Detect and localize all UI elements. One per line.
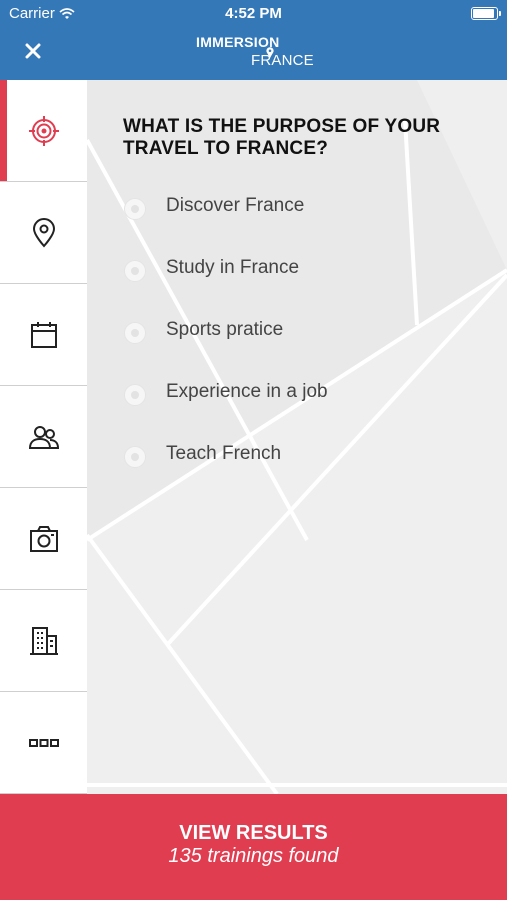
purpose-options: Discover France Study in France Sports p… [123,192,483,502]
sidebar-item-dates[interactable] [0,284,87,386]
option-experience-in-a-job[interactable]: Experience in a job [123,378,483,440]
option-study-in-france[interactable]: Study in France [123,254,483,316]
sidebar-item-accommodation[interactable] [0,590,87,692]
sidebar [0,80,87,794]
battery-fill [473,9,494,18]
app-logo: IMMERSION FRANCE [196,34,316,74]
option-label: Discover France [166,195,305,216]
radio-button[interactable] [124,446,146,468]
radio-button[interactable] [124,322,146,344]
target-icon [28,115,59,146]
main-panel: WHAT IS THE PURPOSE OF YOUR TRAVEL TO FR… [87,80,507,794]
logo-wordmark-bottom: FRANCE [251,52,314,69]
more-icon [28,738,59,747]
question-heading: WHAT IS THE PURPOSE OF YOUR TRAVEL TO FR… [123,116,441,159]
sidebar-item-location[interactable] [0,182,87,284]
option-sports-pratice[interactable]: Sports pratice [123,316,483,378]
close-button[interactable] [18,36,48,66]
radio-button[interactable] [124,260,146,282]
view-results-label: VIEW RESULTS [179,822,328,844]
results-count: 135 trainings found [168,845,339,867]
option-teach-french[interactable]: Teach French [123,440,483,502]
option-label: Teach French [166,443,282,464]
sidebar-item-more[interactable] [0,692,87,794]
building-icon [29,626,58,655]
header: Carrier 4:52 PM IMMERSION FRANCE [0,0,507,80]
option-label: Experience in a job [166,381,328,402]
status-bar: Carrier 4:52 PM [0,0,507,28]
option-label: Sports pratice [166,319,284,340]
view-results-button[interactable]: VIEW RESULTS 135 trainings found [0,794,507,900]
option-discover-france[interactable]: Discover France [123,192,483,254]
sidebar-item-purpose[interactable] [0,80,87,182]
sidebar-item-participants[interactable] [0,386,87,488]
radio-button[interactable] [124,198,146,220]
option-label: Study in France [166,257,300,278]
battery-icon [471,7,501,20]
clock: 4:52 PM [225,5,282,22]
sidebar-item-activities[interactable] [0,488,87,590]
radio-button[interactable] [124,384,146,406]
camera-icon [29,525,58,552]
map-pin-icon [32,217,55,247]
close-icon [25,43,41,59]
people-icon [28,425,59,449]
calendar-icon [30,321,57,348]
